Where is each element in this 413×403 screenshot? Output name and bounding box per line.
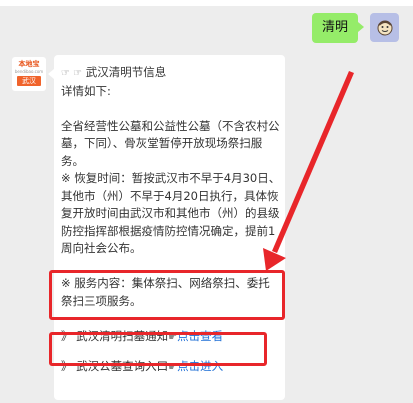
message-intro: 详情如下: <box>61 83 111 98</box>
message-content: ☞ ☞ 武汉清明节信息 详情如下: 全省经营性公墓和公益性公墓（不含农村公墓，下… <box>61 64 281 377</box>
message-service-content: ※ 服务内容：集体祭扫、网络祭扫、委托祭扫三项服务。 <box>61 276 270 308</box>
pointing-hand-icon: ☛ <box>168 362 178 373</box>
message-paragraph-reopen: ※ 恢复时间：暂按武汉市不早于4月30日、其他市（州）不早于4月20日执行，具体… <box>61 171 281 255</box>
user-avatar[interactable] <box>370 13 399 42</box>
pointing-hand-icon: ☛ <box>168 331 178 343</box>
top-strip <box>0 0 413 6</box>
outgoing-message-row: 清明 <box>311 13 399 43</box>
link-notice-action[interactable]: 点击查看 <box>177 329 223 343</box>
bot-avatar-subtitle: bendibao.com <box>14 69 44 74</box>
message-paragraph-closure: 全省经营性公墓和公益性公墓（不含农村公墓，下同）、骨灰堂暂停开放现场祭扫服务。 <box>61 118 280 168</box>
message-title-line: ☞ ☞ 武汉清明节信息 <box>61 64 281 83</box>
outgoing-message-bubble[interactable]: 清明 <box>311 13 365 43</box>
link-query-prefix: 》 <box>61 359 73 373</box>
message-title: 武汉清明节信息 <box>85 65 167 79</box>
pointing-hand-icon: ☞ ☞ <box>61 68 83 79</box>
link-notice-prefix: 》 <box>61 328 73 343</box>
link-cemetery-query[interactable]: 》 武汉公墓查询入口☛点击进入 <box>61 358 281 377</box>
incoming-message-bubble: ☞ ☞ 武汉清明节信息 详情如下: 全省经营性公墓和公益性公墓（不含农村公墓，下… <box>48 55 285 400</box>
bot-avatar-brand: 本地宝 <box>18 60 40 68</box>
link-notice[interactable]: 》 武汉清明扫墓通知☛点击查看 <box>61 328 281 347</box>
bot-avatar[interactable]: 本地宝 bendibao.com 武汉 <box>12 57 46 91</box>
bot-avatar-city: 武汉 <box>17 76 41 86</box>
link-query-action[interactable]: 点击进入 <box>177 359 223 373</box>
link-notice-text: 武汉清明扫墓通知 <box>76 328 169 343</box>
user-avatar-icon <box>377 20 392 35</box>
link-query-text: 武汉公墓查询入口 <box>76 359 169 373</box>
